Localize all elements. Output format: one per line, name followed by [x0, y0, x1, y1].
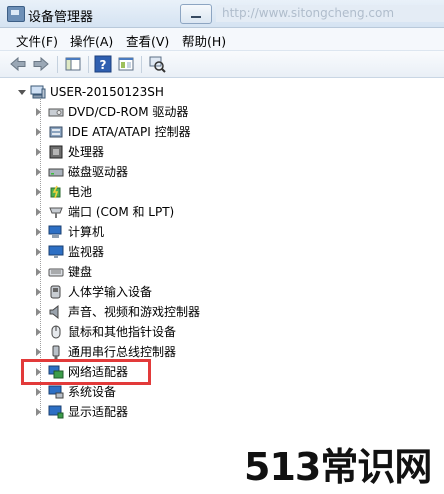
- dvd-drive-icon: [48, 104, 64, 120]
- port-icon: [48, 204, 64, 220]
- menu-view[interactable]: 查看(V): [126, 31, 169, 50]
- computer-name-label: USER-20150123SH: [50, 85, 164, 99]
- expand-arrow-icon[interactable]: [36, 208, 41, 216]
- monitor-icon: [48, 244, 64, 260]
- url-watermark: http://www.sitongcheng.com: [216, 5, 444, 22]
- keyboard-icon: [48, 264, 64, 280]
- device-manager-icon: [7, 6, 25, 22]
- toolbar-separator: [141, 56, 142, 73]
- computer-icon: [30, 84, 46, 100]
- expand-arrow-icon[interactable]: [36, 408, 41, 416]
- window-title: 设备管理器: [28, 10, 94, 25]
- expand-arrow-icon[interactable]: [36, 128, 41, 136]
- display-adapter-icon: [48, 404, 64, 420]
- processor-icon: [48, 144, 64, 160]
- properties-icon[interactable]: [117, 55, 135, 73]
- tree-item-label: IDE ATA/ATAPI 控制器: [68, 125, 191, 139]
- computer-icon: [48, 224, 64, 240]
- expand-arrow-icon[interactable]: [36, 168, 41, 176]
- collapse-arrow-icon[interactable]: [18, 90, 26, 95]
- sound-icon: [48, 304, 64, 320]
- tree-item-label: 磁盘驱动器: [68, 165, 129, 179]
- expand-arrow-icon[interactable]: [36, 248, 41, 256]
- tree-item-label: 键盘: [68, 265, 93, 279]
- device-tree: USER-20150123SH DVD/CD-ROM 驱动器 IDE ATA/A…: [0, 78, 444, 494]
- expand-arrow-icon[interactable]: [36, 388, 41, 396]
- tree-item-label: 监视器: [68, 245, 105, 259]
- tree-item-label: 鼠标和其他指针设备: [68, 325, 177, 339]
- expand-arrow-icon[interactable]: [36, 148, 41, 156]
- expand-arrow-icon[interactable]: [36, 108, 41, 116]
- expand-arrow-icon[interactable]: [36, 308, 41, 316]
- battery-icon: [48, 184, 64, 200]
- expand-arrow-icon[interactable]: [36, 268, 41, 276]
- toolbar-separator: [57, 56, 58, 73]
- tree-item-label: 人体学输入设备: [68, 285, 153, 299]
- tree-item-label: DVD/CD-ROM 驱动器: [68, 105, 189, 119]
- back-icon[interactable]: [9, 55, 27, 73]
- menu-action[interactable]: 操作(A): [70, 31, 113, 50]
- tree-item-label: 声音、视频和游戏控制器: [68, 305, 201, 319]
- tree-item-label: 显示适配器: [68, 405, 129, 419]
- disk-drive-icon: [48, 164, 64, 180]
- title-bar: 设备管理器 http://www.sitongcheng.com: [0, 0, 444, 28]
- menu-bar: 文件(F) 操作(A) 查看(V) 帮助(H): [0, 28, 444, 51]
- tree-item-label: 处理器: [68, 145, 105, 159]
- svg-text:?: ?: [100, 58, 107, 72]
- brand-watermark: 513常识网: [244, 445, 432, 489]
- show-hide-tree-icon[interactable]: [64, 55, 82, 73]
- expand-arrow-icon[interactable]: [36, 188, 41, 196]
- tree-item-label: 电池: [68, 185, 93, 199]
- help-icon[interactable]: ?: [94, 55, 112, 73]
- hid-icon: [48, 284, 64, 300]
- usb-icon: [48, 344, 64, 360]
- expand-arrow-icon[interactable]: [36, 348, 41, 356]
- forward-icon[interactable]: [32, 55, 50, 73]
- system-device-icon: [48, 384, 64, 400]
- toolbar: ?: [0, 51, 444, 78]
- minimize-button[interactable]: [180, 4, 212, 24]
- ide-controller-icon: [48, 124, 64, 140]
- expand-arrow-icon[interactable]: [36, 328, 41, 336]
- expand-arrow-icon[interactable]: [36, 228, 41, 236]
- menu-file[interactable]: 文件(F): [16, 31, 58, 50]
- tree-item-label: 端口 (COM 和 LPT): [68, 205, 175, 219]
- highlight-box: [21, 359, 151, 385]
- tree-item-label: 系统设备: [68, 385, 117, 399]
- scan-hardware-icon[interactable]: [148, 55, 166, 73]
- tree-item-label: 计算机: [68, 225, 105, 239]
- menu-help[interactable]: 帮助(H): [182, 31, 226, 50]
- toolbar-separator: [88, 56, 89, 73]
- expand-arrow-icon[interactable]: [36, 288, 41, 296]
- mouse-icon: [48, 324, 64, 340]
